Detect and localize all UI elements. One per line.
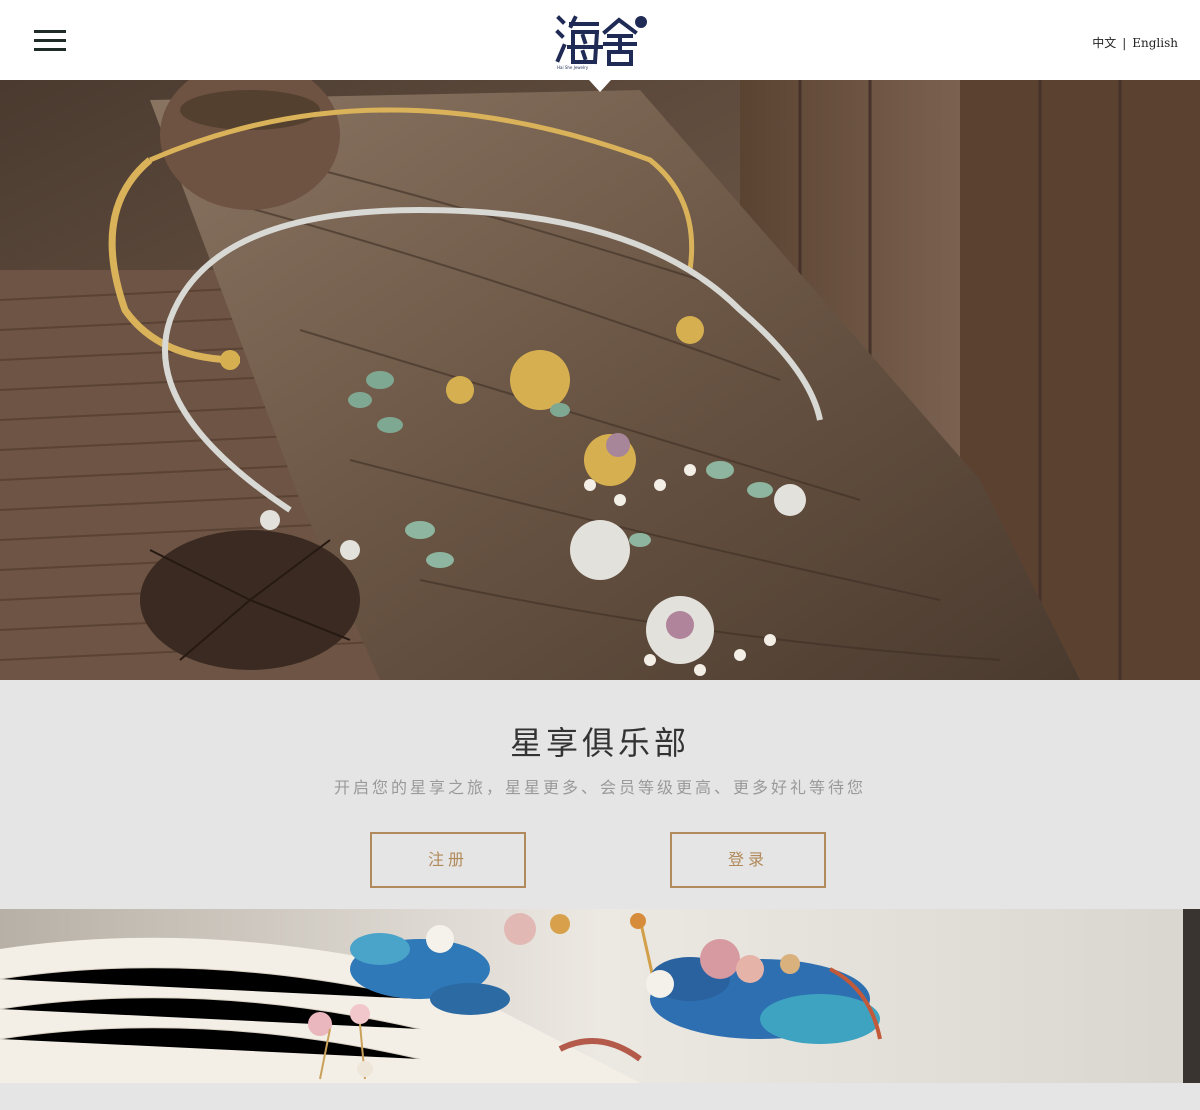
svg-text:Hai She Jewelry: Hai She Jewelry xyxy=(557,65,589,70)
language-switcher: 中文 | English xyxy=(1092,34,1178,51)
lang-separator: | xyxy=(1122,36,1127,50)
hero-banner-image[interactable] xyxy=(0,80,1200,680)
logo-pointer-notch xyxy=(589,80,611,92)
hairpin-banner-image[interactable] xyxy=(0,909,1200,1083)
club-subtitle: 开启您的星享之旅，星星更多、会员等级更高、更多好礼等待您 xyxy=(333,778,866,797)
lang-zh-link[interactable]: 中文 xyxy=(1092,36,1116,50)
register-button[interactable]: 注册 xyxy=(370,832,526,888)
menu-line xyxy=(34,30,66,33)
lang-en-link[interactable]: English xyxy=(1132,36,1178,50)
menu-line xyxy=(34,39,66,42)
hamburger-menu-icon[interactable] xyxy=(34,30,66,52)
menu-line xyxy=(34,48,66,51)
brand-logo[interactable]: Hai She Jewelry xyxy=(553,10,649,70)
star-club-section: 星享俱乐部 开启您的星享之旅，星星更多、会员等级更高、更多好礼等待您 注册 登录 xyxy=(0,680,1200,909)
login-button[interactable]: 登录 xyxy=(670,832,826,888)
club-title: 星享俱乐部 xyxy=(509,724,690,762)
site-header: Hai She Jewelry 中文 | English xyxy=(0,0,1200,80)
